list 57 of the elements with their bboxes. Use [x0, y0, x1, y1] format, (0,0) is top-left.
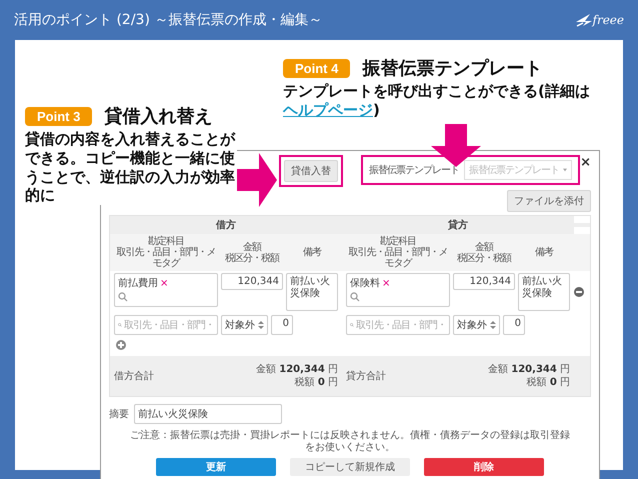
tax-field[interactable]: 0 [503, 315, 525, 335]
point-badge: Point 4 [283, 58, 350, 78]
memo-field[interactable]: 前払い火災保険 [286, 273, 338, 311]
point-badge: Point 3 [25, 106, 92, 126]
total-label: 借方合計 [114, 370, 154, 383]
notice-text: ご注意：振替伝票は売掛・買掛レポートには反映されません。債権・債務データの登録は取引登録をお使いください。 [129, 430, 571, 454]
updown-icon [258, 321, 264, 329]
account-field[interactable]: 保険料 × [346, 273, 450, 307]
logo-text: freee [592, 13, 624, 27]
tax-field[interactable]: 0 [271, 315, 293, 335]
callout-text: 貸借の内容を入れ替えることができる。コピー機能と一緒に使うことで、逆仕訳の入力が効率的に [25, 130, 236, 205]
column-subheader: 取引先・品目・部門・メモタグ [116, 247, 216, 269]
summary-label: 摘要 [109, 408, 129, 421]
total-label: 貸方合計 [346, 370, 386, 383]
copy-button[interactable]: コピーして新規作成 [290, 458, 410, 476]
remove-button[interactable]: × [382, 278, 390, 288]
tax-type-select[interactable]: 対象外 [221, 315, 268, 335]
account-field[interactable]: 前払費用 × [114, 273, 218, 307]
column-subheader: 取引先・品目・部門・メモタグ [348, 247, 448, 269]
close-button[interactable]: × [580, 155, 591, 170]
right-arrow-icon [237, 153, 277, 207]
add-row-icon[interactable] [116, 340, 126, 350]
search-icon [118, 292, 128, 302]
swap-button[interactable]: 貸借入替 [284, 160, 338, 182]
column-subheader: 税区分・税額 [225, 252, 279, 264]
delete-button[interactable]: 削除 [424, 458, 544, 476]
column-subheader: 税区分・税額 [457, 252, 511, 264]
amount-field[interactable]: 120,344 [453, 273, 515, 290]
total-amount: 金額 120,344 円 [488, 363, 570, 376]
column-header: 勘定科目 [148, 236, 184, 247]
column-header: 金額 [243, 242, 261, 252]
column-header: 金額 [475, 242, 493, 252]
column-header: 備考 [535, 247, 553, 258]
callout-title: 振替伝票テンプレート [362, 57, 542, 80]
callout-text: テンプレートを呼び出すことができる(詳細は ヘルプページ) [283, 82, 591, 120]
search-icon [350, 292, 360, 302]
total-tax: 税額 0 円 [294, 376, 338, 389]
column-header: 貸方 [342, 216, 574, 234]
callout-title: 貸借入れ替え [104, 105, 212, 128]
updown-icon [490, 321, 496, 329]
caret-icon [563, 168, 567, 172]
column-header: 勘定科目 [380, 236, 416, 247]
minus-circle-icon [574, 287, 584, 297]
total-amount: 金額 120,344 円 [256, 363, 338, 376]
attach-file-button[interactable]: ファイルを添付 [507, 190, 591, 212]
slide-title: 活用のポイント (2/3) ～振替伝票の作成・編集～ [14, 11, 324, 29]
account-tag: 保険料 [350, 276, 380, 290]
memo-field[interactable]: 前払い火災保険 [518, 273, 570, 311]
tax-type-select[interactable]: 対象外 [453, 315, 500, 335]
account-tag: 前払費用 [118, 276, 158, 290]
remove-button[interactable]: × [160, 278, 168, 288]
column-header: 備考 [303, 247, 321, 258]
column-header: 借方 [110, 216, 342, 234]
amount-field[interactable]: 120,344 [221, 273, 283, 290]
total-tax: 税額 0 円 [526, 376, 570, 389]
summary-field[interactable]: 前払い火災保険 [134, 404, 282, 424]
template-label: 振替伝票テンプレート [369, 164, 459, 177]
